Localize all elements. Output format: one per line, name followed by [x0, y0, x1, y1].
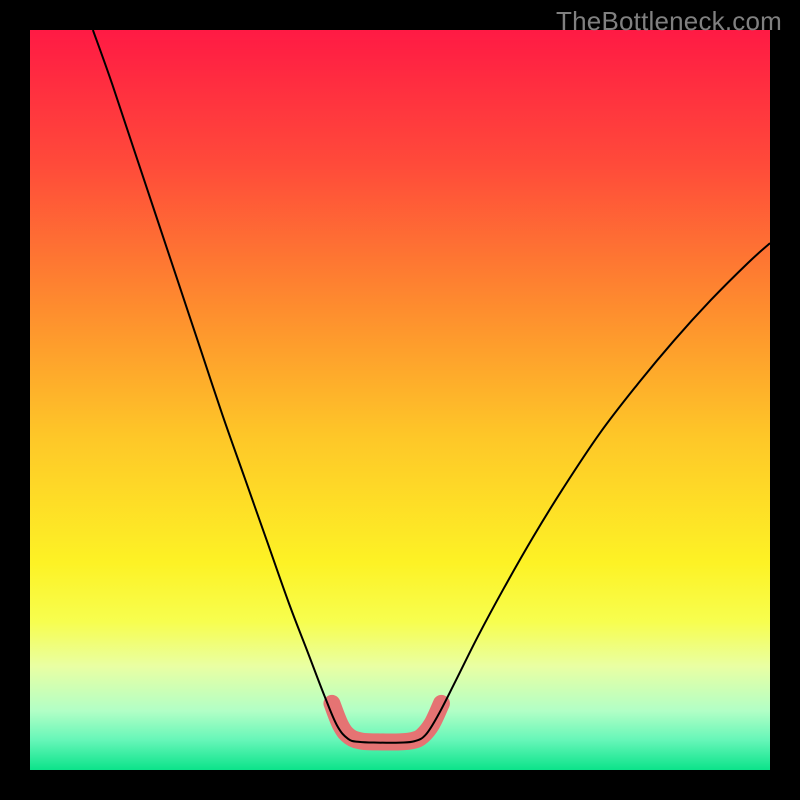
gradient-background — [30, 30, 770, 770]
chart-svg — [30, 30, 770, 770]
chart-frame: TheBottleneck.com — [0, 0, 800, 800]
watermark-text: TheBottleneck.com — [556, 6, 782, 37]
plot-area — [30, 30, 770, 770]
